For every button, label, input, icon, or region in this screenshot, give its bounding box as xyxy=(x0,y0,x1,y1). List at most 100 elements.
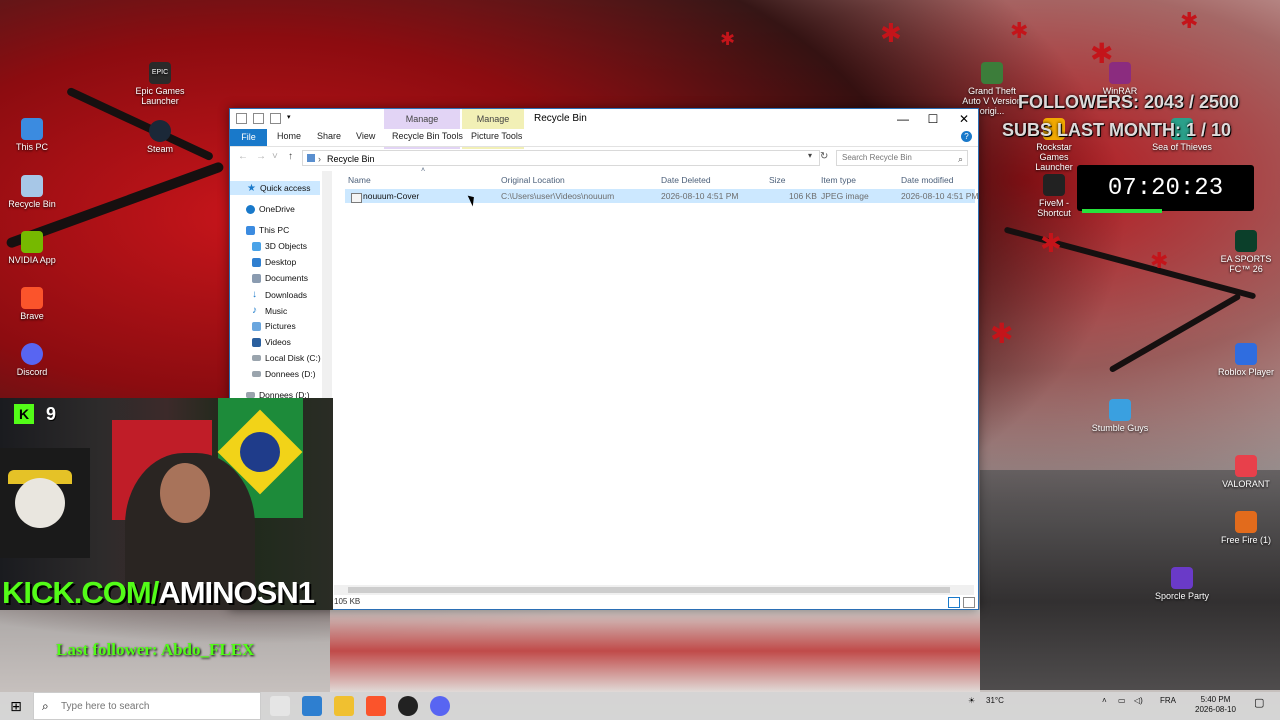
desktop-icon-sporcle[interactable]: Sporcle Party xyxy=(1150,567,1214,601)
windows-start-icon[interactable]: ⊞ xyxy=(0,692,32,720)
drive-icon xyxy=(252,355,261,361)
column-header-date-modified[interactable]: Date modified xyxy=(901,175,953,185)
cell-item-type: JPEG image xyxy=(821,191,869,201)
desktop-icon-label: Rockstar Games Launcher xyxy=(1035,142,1073,172)
minimize-button[interactable]: — xyxy=(888,111,918,127)
scrollbar-thumb[interactable] xyxy=(348,587,950,593)
language-indicator[interactable]: FRA xyxy=(1160,696,1176,705)
nav-local-disk[interactable]: Local Disk (C:) xyxy=(252,353,321,363)
up-arrow-icon[interactable]: ↑ xyxy=(288,151,293,162)
checkmark-icon[interactable] xyxy=(253,113,264,124)
nav-quick-access[interactable]: ★ Quick access xyxy=(230,181,320,195)
desktop-icon-free-fire[interactable]: Free Fire (1) xyxy=(1214,511,1278,545)
help-icon[interactable]: ? xyxy=(961,131,972,142)
tab-picture-tools[interactable]: Picture Tools xyxy=(471,131,522,141)
desktop-icon-winrar[interactable]: WinRAR xyxy=(1088,62,1152,96)
forward-arrow-icon[interactable]: → xyxy=(256,151,266,162)
computer-icon xyxy=(21,118,43,140)
task-view-icon[interactable] xyxy=(270,696,290,716)
nav-desktop[interactable]: Desktop xyxy=(252,257,296,267)
window-title: Recycle Bin xyxy=(534,113,587,124)
recent-chevron-icon[interactable]: ˅ xyxy=(272,151,278,162)
taskbar-search[interactable]: ⌕ xyxy=(33,692,261,720)
maximize-button[interactable]: ☐ xyxy=(918,111,948,127)
taskbar: ⊞ ⌕ ☀ 31°C ˄ ▭ ◁) FRA 5:40 PM 2026-08-10… xyxy=(0,692,1280,720)
desktop-icon-label: EA SPORTS FC™ 26 xyxy=(1220,254,1272,274)
table-row[interactable] xyxy=(345,189,975,203)
column-header-size[interactable]: Size xyxy=(769,175,786,185)
file-explorer-icon[interactable] xyxy=(334,696,354,716)
column-header-item-type[interactable]: Item type xyxy=(821,175,856,185)
nav-3d-objects[interactable]: 3D Objects xyxy=(252,241,307,251)
tab-view[interactable]: View xyxy=(356,131,375,141)
column-header-date-deleted[interactable]: Date Deleted xyxy=(661,175,711,185)
desktop-icon-recycle-bin[interactable]: Recycle Bin xyxy=(0,175,64,209)
search-input[interactable] xyxy=(842,153,952,162)
tab-home[interactable]: Home xyxy=(277,131,301,141)
column-header-name[interactable]: Name xyxy=(348,175,371,185)
nav-scrollbar[interactable] xyxy=(322,171,332,401)
large-icons-view-icon[interactable] xyxy=(963,597,975,608)
details-view-icon[interactable] xyxy=(948,597,960,608)
nav-videos[interactable]: Videos xyxy=(252,337,291,347)
new-folder-icon[interactable] xyxy=(270,113,281,124)
desktop-icon-discord[interactable]: Discord xyxy=(0,343,64,377)
horizontal-scrollbar[interactable] xyxy=(334,585,974,595)
desktop-icon-this-pc[interactable]: This PC xyxy=(0,118,64,152)
maple-leaf: ✱ xyxy=(880,18,902,48)
weather-icon[interactable]: ☀ xyxy=(968,696,975,705)
chevron-down-icon[interactable]: ▾ xyxy=(287,113,296,122)
tab-file[interactable]: File xyxy=(230,129,267,146)
nav-onedrive[interactable]: OneDrive xyxy=(246,204,295,214)
notification-icon[interactable]: ▢ xyxy=(1254,696,1264,709)
nav-downloads[interactable]: ↓ Downloads xyxy=(252,289,307,300)
store-icon[interactable] xyxy=(302,696,322,716)
refresh-icon[interactable]: ↻ xyxy=(820,151,828,162)
volume-icon[interactable]: ◁) xyxy=(1134,696,1143,705)
desktop-icon-epic[interactable]: EPIC Epic Games Launcher xyxy=(128,62,192,106)
desktop-icon-label: Sporcle Party xyxy=(1154,591,1210,601)
desktop-icon-valorant[interactable]: VALORANT xyxy=(1214,455,1278,489)
weather-temp[interactable]: 31°C xyxy=(986,696,1004,705)
desktop-icon-label: NVIDIA App xyxy=(8,255,56,265)
clock[interactable]: 5:40 PM 2026-08-10 xyxy=(1195,695,1236,715)
back-arrow-icon[interactable]: ← xyxy=(238,151,248,162)
close-button[interactable]: ✕ xyxy=(949,111,979,127)
tab-recycle-bin-tools[interactable]: Recycle Bin Tools xyxy=(392,131,463,141)
desktop-icon-stumble-guys[interactable]: Stumble Guys xyxy=(1088,399,1152,433)
discord-taskbar-icon[interactable] xyxy=(430,696,450,716)
maple-leaf: ✱ xyxy=(720,29,736,49)
cell-date-deleted: 2026-08-10 4:51 PM xyxy=(661,191,739,201)
maple-leaf: ✱ xyxy=(1010,18,1029,43)
network-icon[interactable]: ▭ xyxy=(1118,696,1126,705)
nav-documents[interactable]: Documents xyxy=(252,273,308,283)
brave-taskbar-icon[interactable] xyxy=(366,696,386,716)
properties-icon[interactable] xyxy=(236,113,247,124)
maple-leaf: ✱ xyxy=(1150,248,1169,273)
title-bar[interactable]: ▾ Manage Manage Recycle Bin — ☐ ✕ xyxy=(230,109,979,149)
tab-share[interactable]: Share xyxy=(317,131,341,141)
desktop-icon-nvidia[interactable]: NVIDIA App xyxy=(0,231,64,265)
sporcle-icon xyxy=(1171,567,1193,589)
desktop-icon-ea-fc[interactable]: EA SPORTS FC™ 26 xyxy=(1214,230,1278,274)
taskbar-search-input[interactable] xyxy=(59,700,253,713)
address-dropdown-icon[interactable]: ▾ xyxy=(808,151,812,160)
tray-chevron-icon[interactable]: ˄ xyxy=(1102,696,1107,705)
search-box[interactable]: ⌕ xyxy=(836,150,968,166)
nav-pictures[interactable]: Pictures xyxy=(252,321,296,331)
desktop-icon-roblox[interactable]: Roblox Player xyxy=(1214,343,1278,377)
obs-icon[interactable] xyxy=(398,696,418,716)
drive-icon xyxy=(252,371,261,377)
discord-icon xyxy=(21,343,43,365)
address-bar[interactable]: › Recycle Bin xyxy=(302,150,820,166)
cell-date-modified: 2026-08-10 4:51 PM xyxy=(901,191,979,201)
desktop-icon-steam[interactable]: Steam xyxy=(128,120,192,154)
column-header-location[interactable]: Original Location xyxy=(501,175,565,185)
navigation-pane: ★ Quick access OneDrive This PC 3D Objec… xyxy=(230,171,333,401)
nav-this-pc[interactable]: This PC xyxy=(246,225,289,235)
desktop-icon xyxy=(252,257,261,267)
nav-donnees[interactable]: Donnees (D:) xyxy=(252,369,316,379)
desktop-icon-brave[interactable]: Brave xyxy=(0,287,64,321)
nav-label: This PC xyxy=(259,225,290,235)
nav-music[interactable]: ♪ Music xyxy=(252,305,287,316)
